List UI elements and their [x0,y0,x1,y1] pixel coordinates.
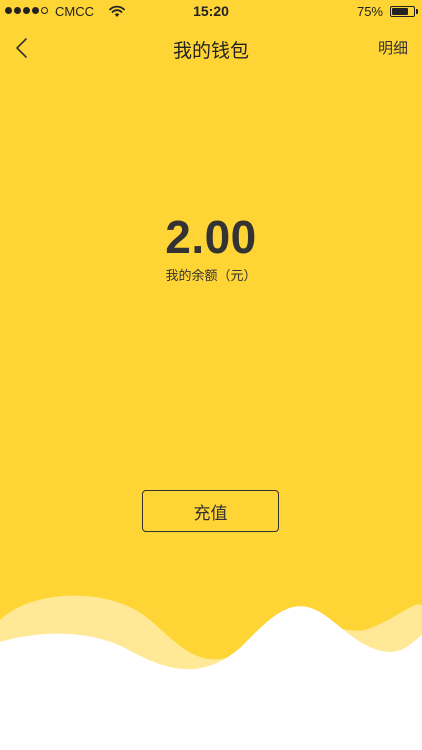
detail-link[interactable]: 明细 [378,37,408,58]
battery-percent: 75% [356,4,383,19]
navigation-bar: 我的钱包 明细 [0,24,422,70]
battery-fill [392,8,408,15]
balance-label: 我的余额（元） [165,269,257,284]
recharge-button[interactable]: 充值 [142,490,279,532]
battery-cap [416,9,418,14]
balance-amount: 2.00 [165,211,257,263]
wave-decoration [0,595,422,750]
battery-icon [390,6,415,17]
page-title: 我的钱包 [172,40,249,62]
status-bar: CMCC 15:20 75% [0,0,422,24]
